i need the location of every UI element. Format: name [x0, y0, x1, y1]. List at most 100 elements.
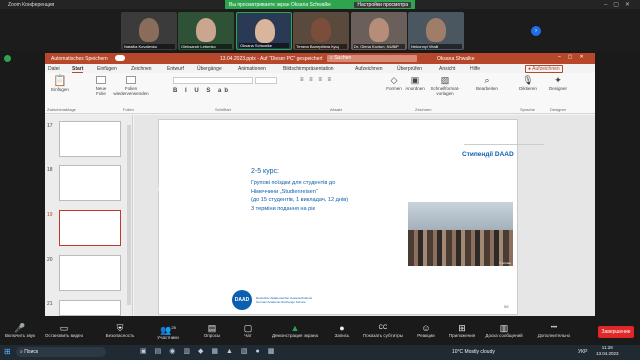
participant-tile[interactable]: Nataliia Kovalenko — [121, 12, 177, 50]
slide-thumbnail[interactable] — [59, 121, 121, 157]
slide-line: Групові поїздки для студентів до — [251, 180, 336, 186]
edit-button[interactable]: ⌕ Bearbeiten — [475, 75, 499, 91]
reactions-button[interactable]: ☺ Реакции — [406, 323, 446, 338]
shapes-button[interactable]: ◇ Formen — [385, 75, 403, 91]
designer-button[interactable]: ✦ Designer — [545, 75, 571, 91]
participant-tile[interactable]: Oleksandr Lebenko — [178, 12, 234, 50]
shield-icon[interactable] — [4, 55, 11, 62]
participant-tile[interactable]: Oksana Schwalke — [236, 12, 292, 50]
windows-start-icon[interactable]: ⊞ — [4, 347, 11, 356]
group-label: Folien — [123, 107, 134, 112]
search-input[interactable]: Suchen — [334, 55, 351, 61]
taskbar-search-input[interactable]: Поиск — [24, 349, 38, 355]
shapes-label: Formen — [386, 86, 402, 91]
control-label: Чат — [244, 333, 252, 338]
ppt-window-controls[interactable]: –▢✕ — [558, 54, 591, 60]
participant-name: Nataliia Kovalenko — [123, 44, 175, 49]
record-button[interactable]: ● Запись — [322, 323, 362, 338]
tab-praesentation[interactable]: Bildschirmpräsentation — [283, 66, 334, 72]
header-rule — [464, 144, 544, 145]
designer-label: Designer — [548, 86, 567, 91]
control-label: Безопасность — [105, 333, 135, 338]
tab-hilfe[interactable]: Hilfe — [470, 66, 480, 72]
unmute-button[interactable]: 🎤 Включить звук — [0, 323, 40, 338]
view-options-button[interactable]: Настройки просмотра — [354, 1, 411, 8]
group-label: Zeichnen — [415, 107, 432, 112]
font-format-icons[interactable]: B I U S ab — [173, 88, 231, 94]
taskbar-search[interactable]: ⌕ Поиск — [16, 347, 106, 357]
apps-button[interactable]: ⊞ Приложения — [442, 323, 482, 338]
participants-glyph: 👥 — [160, 325, 172, 335]
participant-name: Тетяна Валеріївна Кущ — [295, 44, 347, 49]
chat-icon: ▢ — [243, 323, 253, 333]
control-label: Дополнительно — [537, 333, 571, 338]
polls-icon: ▤ — [207, 323, 217, 333]
tab-uebergaenge[interactable]: Übergänge — [197, 66, 222, 72]
new-slide-button[interactable]: Neue Folie — [91, 75, 111, 96]
group-label: Zwischenablage — [47, 107, 76, 112]
quick-styles-button[interactable]: ▨ Schnellformat-vorlagen — [427, 75, 463, 96]
participant-video — [369, 18, 389, 42]
app-title: Zoom Конференция — [8, 2, 55, 8]
reuse-slides-button[interactable]: Folien wiederverwenden — [113, 75, 149, 96]
whiteboard-button[interactable]: ▥ Доска сообщений — [480, 323, 528, 338]
font-size-select[interactable] — [255, 77, 277, 84]
tab-animationen[interactable]: Animationen — [238, 66, 266, 72]
thumb-number: 20 — [47, 257, 53, 263]
language-indicator[interactable]: УКР — [578, 349, 587, 355]
clock[interactable]: 11:28 13.04.2023 — [596, 345, 619, 357]
dictate-button[interactable]: 🎙 Diktieren — [517, 75, 539, 91]
autosave-label[interactable]: Automatisches Speichern — [51, 56, 108, 62]
more-button[interactable]: ••• Дополнительно — [530, 323, 578, 338]
participant-video — [196, 18, 216, 42]
weather-text[interactable]: 10°C Mostly cloudy — [452, 349, 495, 355]
share-screen-button[interactable]: ▲ Демонстрация экрана — [266, 323, 324, 338]
participant-tile[interactable]: Dr. Olena Kovtun, NUBiP — [351, 12, 407, 50]
apps-icon: ⊞ — [458, 323, 466, 333]
paste-button[interactable]: 📋 Einfügen — [49, 75, 71, 92]
search-box[interactable]: ⌕ Suchen — [327, 55, 417, 62]
end-meeting-button[interactable]: Завершение — [598, 326, 634, 338]
user-name[interactable]: Oksana Shwalke — [437, 56, 475, 62]
thumbnail-scrollbar[interactable] — [127, 125, 131, 305]
arrange-button[interactable]: ▣ Anordnen — [405, 75, 425, 91]
participant-video — [426, 18, 446, 42]
captions-button[interactable]: CC Показать субтитры — [360, 323, 406, 338]
tab-einfuegen[interactable]: Einfügen — [97, 66, 117, 72]
tab-entwurf[interactable]: Entwurf — [167, 66, 184, 72]
participant-tile[interactable]: Тетяна Валеріївна Кущ — [293, 12, 349, 50]
participants-button[interactable]: 👥25 Участники — [148, 323, 188, 340]
slide-thumbnail[interactable] — [59, 165, 121, 201]
next-participants-icon[interactable]: › — [531, 26, 541, 36]
file-title: 13.04.2023.pptx - Auf "Dieser PC" gespei… — [220, 56, 323, 62]
slide[interactable]: Стипендії DAAD 2-5 курс: Групові поїздки… — [158, 119, 544, 315]
participant-video — [139, 18, 159, 42]
font-family-select[interactable] — [173, 77, 253, 84]
paragraph-icons[interactable]: ≡ ≡ ≡ ≡ — [300, 77, 333, 83]
participant-name: Nekonnyi Vitalii — [410, 44, 462, 49]
polls-button[interactable]: ▤ Опросы — [192, 323, 232, 338]
daad-logo: DAAD — [232, 290, 252, 310]
tab-datei[interactable]: Datei — [48, 66, 60, 72]
autosave-toggle[interactable] — [115, 55, 125, 61]
stop-video-button[interactable]: ▭ Остановить видео — [44, 323, 84, 338]
window-controls[interactable]: –▢✕ — [604, 1, 636, 8]
participant-video — [311, 18, 331, 42]
slide-thumbnail[interactable] — [59, 300, 121, 316]
tab-ueberpruefen[interactable]: Überprüfen — [397, 66, 422, 72]
record-button[interactable]: ● Aufzeichnen — [525, 65, 563, 73]
tab-ansicht[interactable]: Ansicht — [439, 66, 455, 72]
participant-tile[interactable]: Nekonnyi Vitalii — [408, 12, 464, 50]
slide-thumbnail[interactable] — [59, 255, 121, 291]
tab-start[interactable]: Start — [72, 66, 84, 73]
tab-aufzeichnen[interactable]: Aufzeichnen — [355, 66, 383, 72]
ppt-menubar: Datei Start Einfügen Zeichnen Entwurf Üb… — [45, 64, 595, 73]
tab-zeichnen[interactable]: Zeichnen — [131, 66, 152, 72]
group-photo[interactable]: © private — [408, 202, 513, 266]
microphone-off-icon: 🎤 — [14, 323, 26, 333]
thumb-number: 19 — [47, 212, 53, 218]
security-button[interactable]: ⛨ Безопасность — [100, 323, 140, 338]
slide-thumbnail-selected[interactable] — [59, 210, 121, 246]
taskbar-apps[interactable]: ▣▤◉▥◆▦▲▧●▩ — [140, 347, 282, 355]
chat-button[interactable]: ▢ Чат — [228, 323, 268, 338]
